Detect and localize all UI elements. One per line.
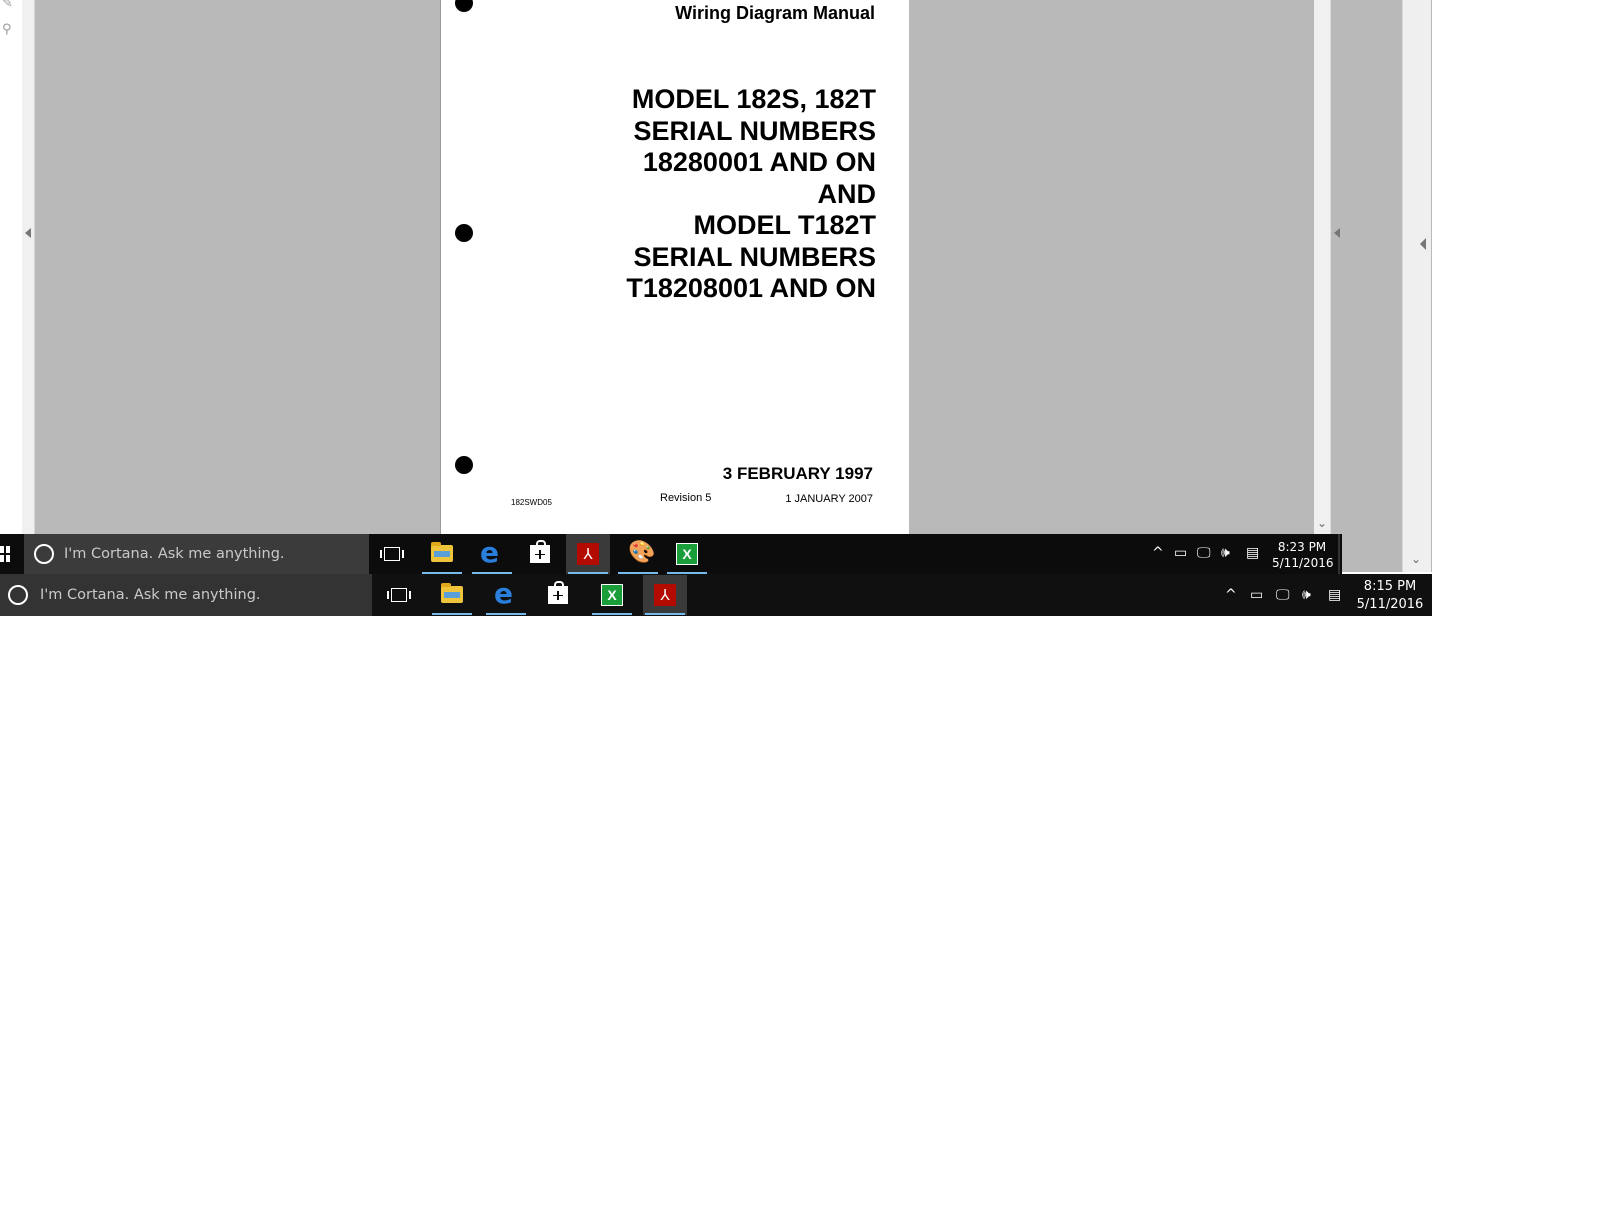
edge-browser-button[interactable]: e [484,575,528,615]
clock-time: 8:23 PM [1277,540,1327,554]
model-line: MODEL 182S, 182T [631,84,876,114]
edge-icon: e [480,536,499,569]
clock[interactable]: 8:23 PM 5/11/2016 [1272,539,1334,571]
task-view-icon [380,547,404,561]
acrobat-button[interactable]: ⅄ [566,534,610,574]
store-icon [548,581,568,604]
attachment-tool-icon[interactable]: ⚲ [2,22,18,38]
store-button[interactable] [518,534,562,574]
task-view-icon [387,588,411,602]
revision-label: Revision 5 [660,492,712,504]
model-line: T18208001 AND ON [626,273,876,303]
document-code: 182SWD05 [511,498,552,507]
right-pane-collapse-icon[interactable] [1334,228,1340,238]
acrobat-icon: ⅄ [654,584,676,606]
binder-hole [455,456,473,474]
store-icon [530,540,550,563]
acrobat-button[interactable]: ⅄ [643,575,687,615]
model-line: SERIAL NUMBERS [633,241,876,272]
network-icon[interactable]: 🖵 [1197,544,1211,562]
edge-browser-button[interactable]: e [470,534,514,574]
revision-date: 1 JANUARY 2007 [785,493,873,505]
taskbar-secondary: I'm Cortana. Ask me anything. e X ⅄ ^ ▭ … [0,574,1432,616]
cortana-icon [8,585,28,605]
cortana-search-box[interactable]: I'm Cortana. Ask me anything. [24,534,369,574]
network-icon[interactable]: 🖵 [1276,586,1290,604]
battery-icon[interactable]: ▭ [1250,586,1263,604]
model-line: 18280001 AND ON [642,147,876,177]
taskbar: I'm Cortana. Ask me anything. e ⅄ 🎨 X ^ … [0,534,1342,574]
paint-icon: 🎨 [628,540,656,565]
tray-chevron-up-icon[interactable]: ^ [1152,544,1164,562]
x-app-icon: X [676,543,698,565]
x-app-button[interactable]: X [665,534,709,574]
back-right-pane-collapse-icon[interactable] [1420,238,1426,250]
x-app-button[interactable]: X [590,575,634,615]
edge-icon: e [494,577,513,610]
model-line: MODEL T182T [693,210,876,240]
left-pane-splitter[interactable] [22,0,35,534]
binder-hole [455,224,473,242]
acrobat-icon: ⅄ [577,543,599,565]
search-placeholder: I'm Cortana. Ask me anything. [40,587,261,603]
start-button[interactable] [0,534,24,574]
model-line: SERIAL NUMBERS [633,115,876,146]
file-explorer-button[interactable] [430,575,474,615]
scroll-down-icon[interactable]: ⌄ [1317,516,1327,530]
x-app-icon: X [601,584,623,606]
notifications-icon[interactable]: ▤ [1328,586,1341,604]
show-desktop-button[interactable] [1338,534,1340,574]
left-tool-panel: ✎ ⚲ [0,0,23,534]
notifications-icon[interactable]: ▤ [1246,544,1259,562]
task-view-button[interactable] [377,575,421,615]
clock-date: 5/11/2016 [1272,556,1334,570]
clock-time: 8:15 PM [1363,579,1417,594]
model-block: MODEL 182S, 182T SERIAL NUMBERS 18280001… [626,84,876,305]
pen-tool-icon[interactable]: ✎ [2,0,18,12]
clock[interactable]: 8:15 PM 5/11/2016 [1356,578,1424,614]
volume-icon[interactable]: 🕪 [1302,586,1311,604]
file-explorer-icon [441,583,463,603]
document-viewer: ✎ ⚲ Wiring Diagram Manual MODEL 182S, 18… [0,0,1342,534]
paint-button[interactable]: 🎨 [616,534,660,574]
windows-logo-icon [0,546,10,562]
document-date: 3 FEBRUARY 1997 [722,464,873,483]
document-heading: Wiring Diagram Manual [675,3,875,23]
cortana-icon [34,544,54,564]
store-button[interactable] [536,575,580,615]
left-pane-collapse-icon[interactable] [25,228,31,238]
model-line: AND [817,178,877,209]
file-explorer-button[interactable] [420,534,464,574]
vertical-scrollbar[interactable]: ⌄ [1314,0,1331,534]
battery-icon[interactable]: ▭ [1174,544,1187,562]
back-scroll-down-icon[interactable]: ⌄ [1411,552,1421,566]
pdf-page: Wiring Diagram Manual MODEL 182S, 182T S… [440,0,909,534]
file-explorer-icon [431,542,453,562]
volume-icon[interactable]: 🕪 [1221,544,1230,562]
back-vertical-scrollbar[interactable]: ⌄ [1402,0,1431,572]
tray-chevron-up-icon[interactable]: ^ [1225,586,1237,604]
search-placeholder: I'm Cortana. Ask me anything. [64,546,285,562]
task-view-button[interactable] [370,534,414,574]
binder-hole [455,0,473,12]
cortana-search-box[interactable]: I'm Cortana. Ask me anything. [0,574,372,616]
composite-screenshot: ⌄ ✎ ⚲ Wiring Diagram Manual MODEL 182S, … [0,0,1432,616]
clock-date: 5/11/2016 [1356,597,1424,612]
